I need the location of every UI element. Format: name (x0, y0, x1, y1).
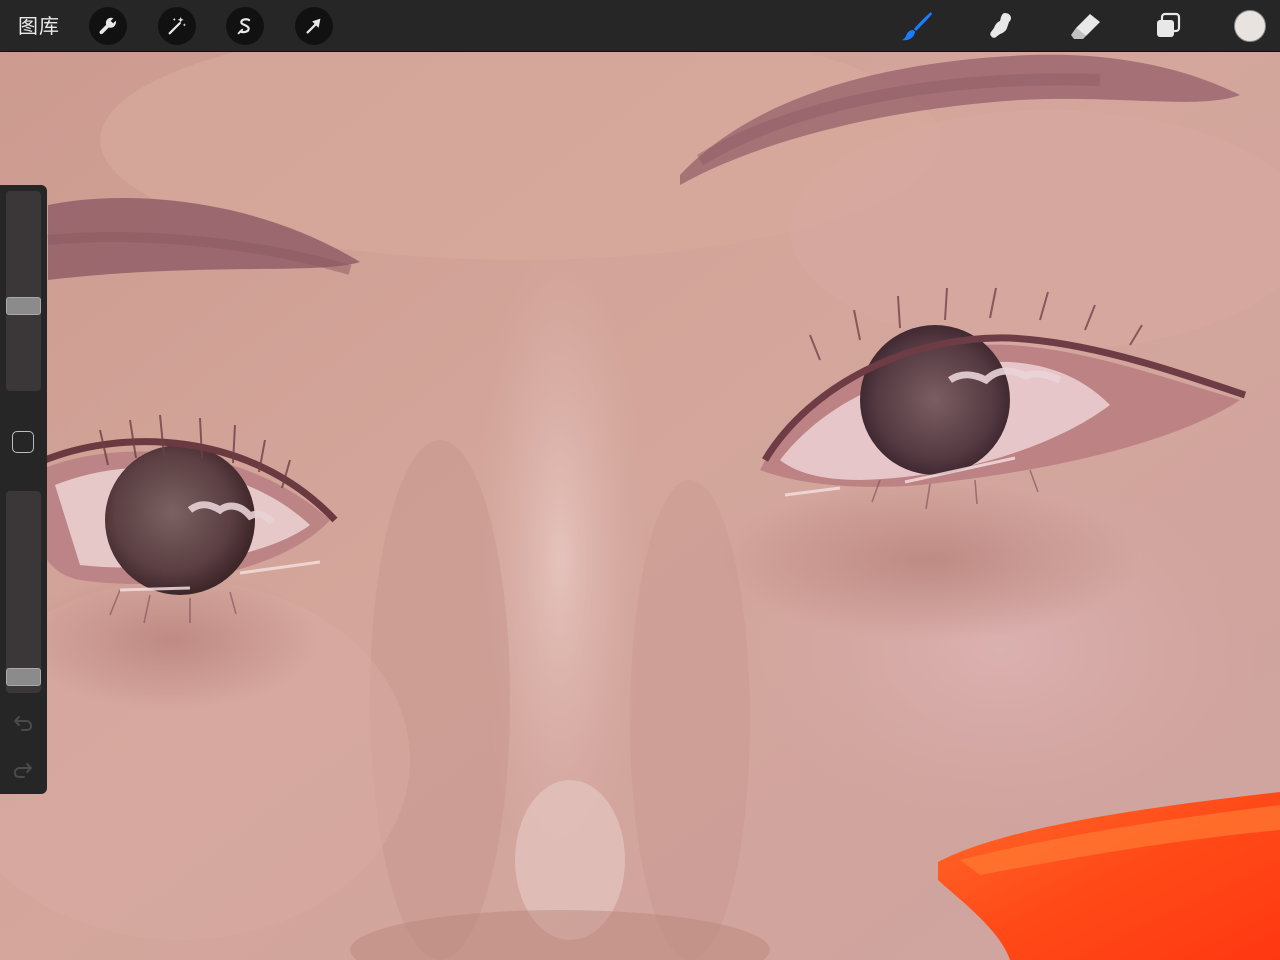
wrench-icon (99, 17, 117, 35)
transform-button[interactable] (295, 7, 333, 45)
color-picker-button[interactable] (1234, 10, 1266, 42)
undo-button[interactable] (11, 710, 35, 734)
paint-brush-button[interactable] (900, 8, 936, 44)
eraser-button[interactable] (1067, 8, 1103, 44)
top-toolbar: 图库 (0, 0, 1280, 52)
procreate-app: 图库 (0, 0, 1280, 960)
smudge-button[interactable] (984, 8, 1020, 44)
modify-button[interactable] (12, 431, 34, 453)
gallery-button[interactable]: 图库 (18, 11, 60, 41)
smudge-finger-icon (990, 13, 1011, 38)
actions-button[interactable] (89, 7, 127, 45)
eraser-icon (1071, 14, 1100, 39)
undo-arrow-icon (14, 716, 33, 731)
layers-button[interactable] (1150, 8, 1186, 44)
redo-arrow-icon (13, 763, 32, 778)
selection-s-icon (237, 18, 251, 35)
drawing-canvas[interactable] (0, 0, 1280, 960)
adjustments-button[interactable] (158, 7, 196, 45)
redo-button[interactable] (11, 757, 35, 781)
magic-wand-icon (168, 16, 186, 35)
layers-icon (1157, 12, 1181, 37)
brush-size-slider[interactable] (6, 191, 41, 391)
left-sidebar (0, 185, 47, 794)
brush-opacity-thumb[interactable] (6, 668, 41, 686)
canvas-painting (0, 0, 1280, 960)
selection-button[interactable] (226, 7, 264, 45)
brush-icon (902, 12, 932, 41)
brush-opacity-slider[interactable] (6, 491, 41, 693)
arrow-cursor-icon (306, 18, 321, 34)
brush-size-thumb[interactable] (6, 297, 41, 315)
